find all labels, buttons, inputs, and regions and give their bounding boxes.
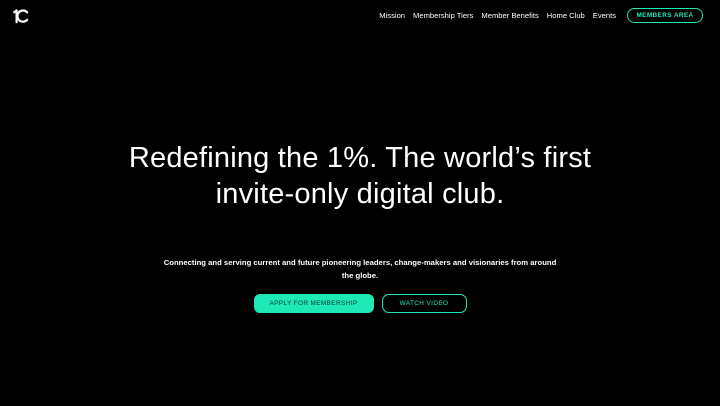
- logo-mark-icon: [13, 9, 29, 24]
- nav-link-mission[interactable]: Mission: [379, 11, 405, 20]
- cta-row: APPLY FOR MEMBERSHIP WATCH VIDEO: [0, 294, 720, 313]
- nav-link-home-club[interactable]: Home Club: [547, 11, 585, 20]
- nav-link-membership-tiers[interactable]: Membership Tiers: [413, 11, 473, 20]
- nav-link-events[interactable]: Events: [593, 11, 616, 20]
- nav-link-member-benefits[interactable]: Member Benefits: [481, 11, 538, 20]
- hero-title: Redefining the 1%. The world’s first inv…: [128, 142, 592, 210]
- main-nav: Mission Membership Tiers Member Benefits…: [371, 6, 703, 24]
- members-area-button[interactable]: MEMBERS AREA: [627, 7, 703, 23]
- watch-video-button[interactable]: WATCH VIDEO: [381, 294, 467, 313]
- logo[interactable]: [12, 7, 30, 25]
- hero-subtitle: Connecting and serving current and futur…: [163, 258, 557, 280]
- apply-membership-button[interactable]: APPLY FOR MEMBERSHIP: [253, 294, 374, 313]
